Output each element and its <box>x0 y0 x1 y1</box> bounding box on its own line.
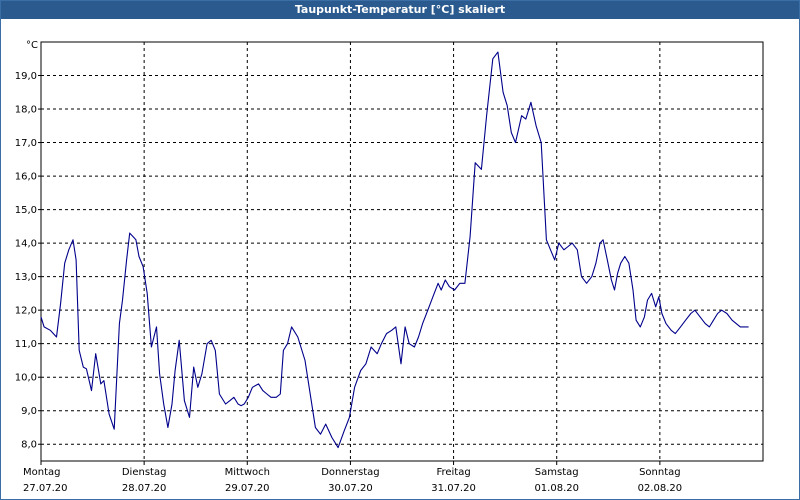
x-tick-day-label: Freitag <box>436 467 470 478</box>
x-tick-date-label: 02.08.20 <box>638 483 683 494</box>
x-tick-date-label: 30.07.20 <box>328 483 373 494</box>
x-tick-day-label: Dienstag <box>122 467 167 478</box>
axes <box>38 41 764 465</box>
x-tick-labels: Montag 27.07.20 Dienstag 28.07.20 Mittwoch 29… <box>23 467 682 494</box>
plot-frame <box>40 41 764 462</box>
series-line <box>40 51 749 449</box>
x-tick-date-label: 29.07.20 <box>225 483 270 494</box>
y-tick-label: 13,0 <box>15 272 37 283</box>
y-tick-label: 9,0 <box>21 406 37 417</box>
y-tick-label: 14,0 <box>15 239 37 250</box>
y-tick-label: 16,0 <box>15 172 37 183</box>
y-tick-label: 8,0 <box>21 440 37 451</box>
y-tick-label: 11,0 <box>15 339 37 350</box>
x-tick-date-label: 01.08.20 <box>534 483 579 494</box>
x-tick-day-label: Mittwoch <box>225 467 270 478</box>
grid <box>41 42 763 461</box>
y-tick-label: 15,0 <box>15 205 37 216</box>
x-tick-day-label: Sonntag <box>639 467 681 478</box>
x-tick-date-label: 31.07.20 <box>431 483 476 494</box>
x-tick-day-label: Donnerstag <box>321 467 379 478</box>
dewpoint-series-line <box>40 51 749 449</box>
chart-canvas: 8,0 9,0 10,0 11,0 12,0 13,0 14,0 15,0 16,0 17,0 18… <box>15 40 764 494</box>
y-tick-label: 17,0 <box>15 138 37 149</box>
y-axis-unit-label: °C <box>26 40 38 51</box>
y-tick-label: 10,0 <box>15 373 37 384</box>
chart-window: Taupunkt-Temperatur [°C] skaliert 8,0 9,0… <box>0 0 800 500</box>
chart-title: Taupunkt-Temperatur [°C] skaliert <box>1 1 799 19</box>
x-tick-day-label: Montag <box>23 467 60 478</box>
y-tick-label: 12,0 <box>15 306 37 317</box>
y-tick-label: 18,0 <box>15 105 37 116</box>
x-tick-date-label: 28.07.20 <box>122 483 167 494</box>
y-tick-labels: 8,0 9,0 10,0 11,0 12,0 13,0 14,0 15,0 16,0 17,0 18… <box>15 71 37 451</box>
x-tick-day-label: Samstag <box>535 467 579 478</box>
y-tick-label: 19,0 <box>15 71 37 82</box>
x-tick-date-label: 27.07.20 <box>23 483 68 494</box>
